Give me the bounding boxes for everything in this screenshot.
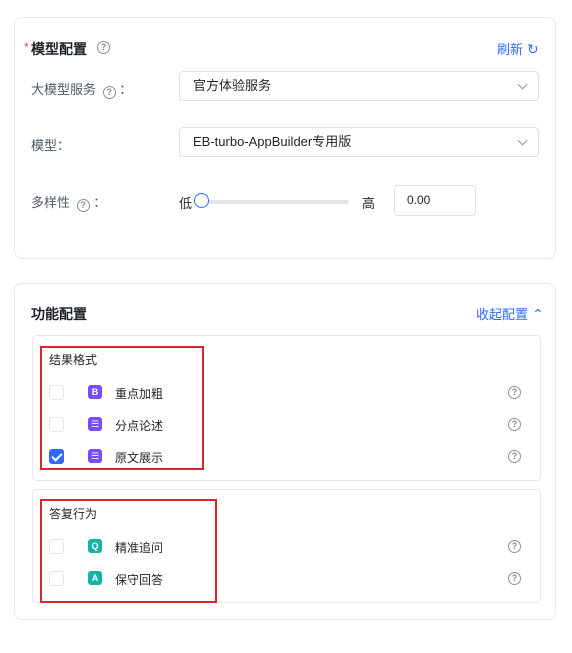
- option-row-followup: Q 精准追问 ?: [33, 537, 540, 557]
- option-label-followup: 精准追问: [115, 541, 164, 555]
- help-icon[interactable]: ?: [76, 199, 90, 212]
- reply-behavior-title: 答复行为: [49, 507, 98, 521]
- diversity-slider-track[interactable]: [203, 200, 349, 204]
- model-config-card: * 模型配置 ? 刷新 ↻ 大模型服务 ? ： 官方体验服务 模型： EB-tur…: [14, 17, 556, 259]
- chevron-down-icon: [517, 79, 528, 90]
- answer-icon: A: [88, 571, 102, 585]
- service-label: 大模型服务 ? ：: [31, 79, 133, 99]
- help-icon[interactable]: ?: [508, 418, 521, 431]
- checkbox-original[interactable]: [49, 449, 64, 464]
- list-icon: ☰: [88, 417, 102, 431]
- diversity-slider-handle[interactable]: [194, 193, 209, 208]
- service-label-colon: ：: [119, 82, 133, 97]
- checkbox-conservative[interactable]: [49, 571, 64, 586]
- help-icon[interactable]: ?: [508, 540, 521, 553]
- help-icon[interactable]: ?: [508, 450, 521, 463]
- model-config-title: 模型配置: [31, 41, 87, 57]
- reply-behavior-group: 答复行为 Q 精准追问 ? A 保守回答 ?: [32, 489, 541, 603]
- help-icon[interactable]: ?: [508, 572, 521, 585]
- chevron-down-icon: [517, 135, 528, 146]
- diversity-label: 多样性 ? ：: [31, 192, 107, 212]
- checkbox-points[interactable]: [49, 417, 64, 432]
- option-row-conservative: A 保守回答 ?: [33, 569, 540, 589]
- collapse-config-label: 收起配置: [476, 307, 529, 322]
- question-icon: Q: [88, 539, 102, 553]
- option-row-bold: B 重点加粗 ?: [33, 383, 540, 403]
- service-label-text: 大模型服务: [31, 82, 97, 97]
- option-label-conservative: 保守回答: [115, 573, 164, 587]
- model-select[interactable]: EB-turbo-AppBuilder专用版: [179, 127, 539, 157]
- service-select[interactable]: 官方体验服务: [179, 71, 539, 101]
- checkbox-bold[interactable]: [49, 385, 64, 400]
- option-row-points: ☰ 分点论述 ?: [33, 415, 540, 435]
- diversity-low-label: 低: [179, 196, 193, 211]
- refresh-label: 刷新: [497, 42, 524, 57]
- help-icon[interactable]: ?: [508, 386, 521, 399]
- help-icon[interactable]: ?: [97, 41, 110, 54]
- diversity-label-colon: ：: [93, 195, 107, 210]
- chevron-up-icon: ⌃: [532, 306, 544, 322]
- result-format-title: 结果格式: [49, 353, 98, 367]
- collapse-config-button[interactable]: 收起配置 ⌃: [476, 304, 544, 323]
- diversity-label-text: 多样性: [31, 195, 71, 210]
- option-label-bold: 重点加粗: [115, 387, 164, 401]
- function-config-card: 功能配置 收起配置 ⌃ 结果格式 B 重点加粗 ? ☰ 分点论述 ? ☰ 原文展示…: [14, 283, 556, 620]
- checkbox-followup[interactable]: [49, 539, 64, 554]
- refresh-button[interactable]: 刷新 ↻: [497, 39, 539, 58]
- model-label: 模型：: [31, 138, 71, 153]
- refresh-icon: ↻: [527, 41, 539, 57]
- option-label-original: 原文展示: [115, 451, 164, 465]
- result-format-group: 结果格式 B 重点加粗 ? ☰ 分点论述 ? ☰ 原文展示 ?: [32, 335, 541, 481]
- bold-icon: B: [88, 385, 102, 399]
- model-select-value: EB-turbo-AppBuilder专用版: [193, 134, 352, 149]
- option-row-original: ☰ 原文展示 ?: [33, 447, 540, 467]
- function-config-title: 功能配置: [31, 306, 87, 322]
- diversity-value-input[interactable]: 0.00: [394, 185, 476, 216]
- text-icon: ☰: [88, 449, 102, 463]
- required-mark: *: [24, 40, 29, 54]
- help-icon[interactable]: ?: [102, 86, 116, 99]
- service-select-value: 官方体验服务: [193, 78, 272, 93]
- diversity-high-label: 高: [362, 196, 376, 211]
- option-label-points: 分点论述: [115, 419, 164, 433]
